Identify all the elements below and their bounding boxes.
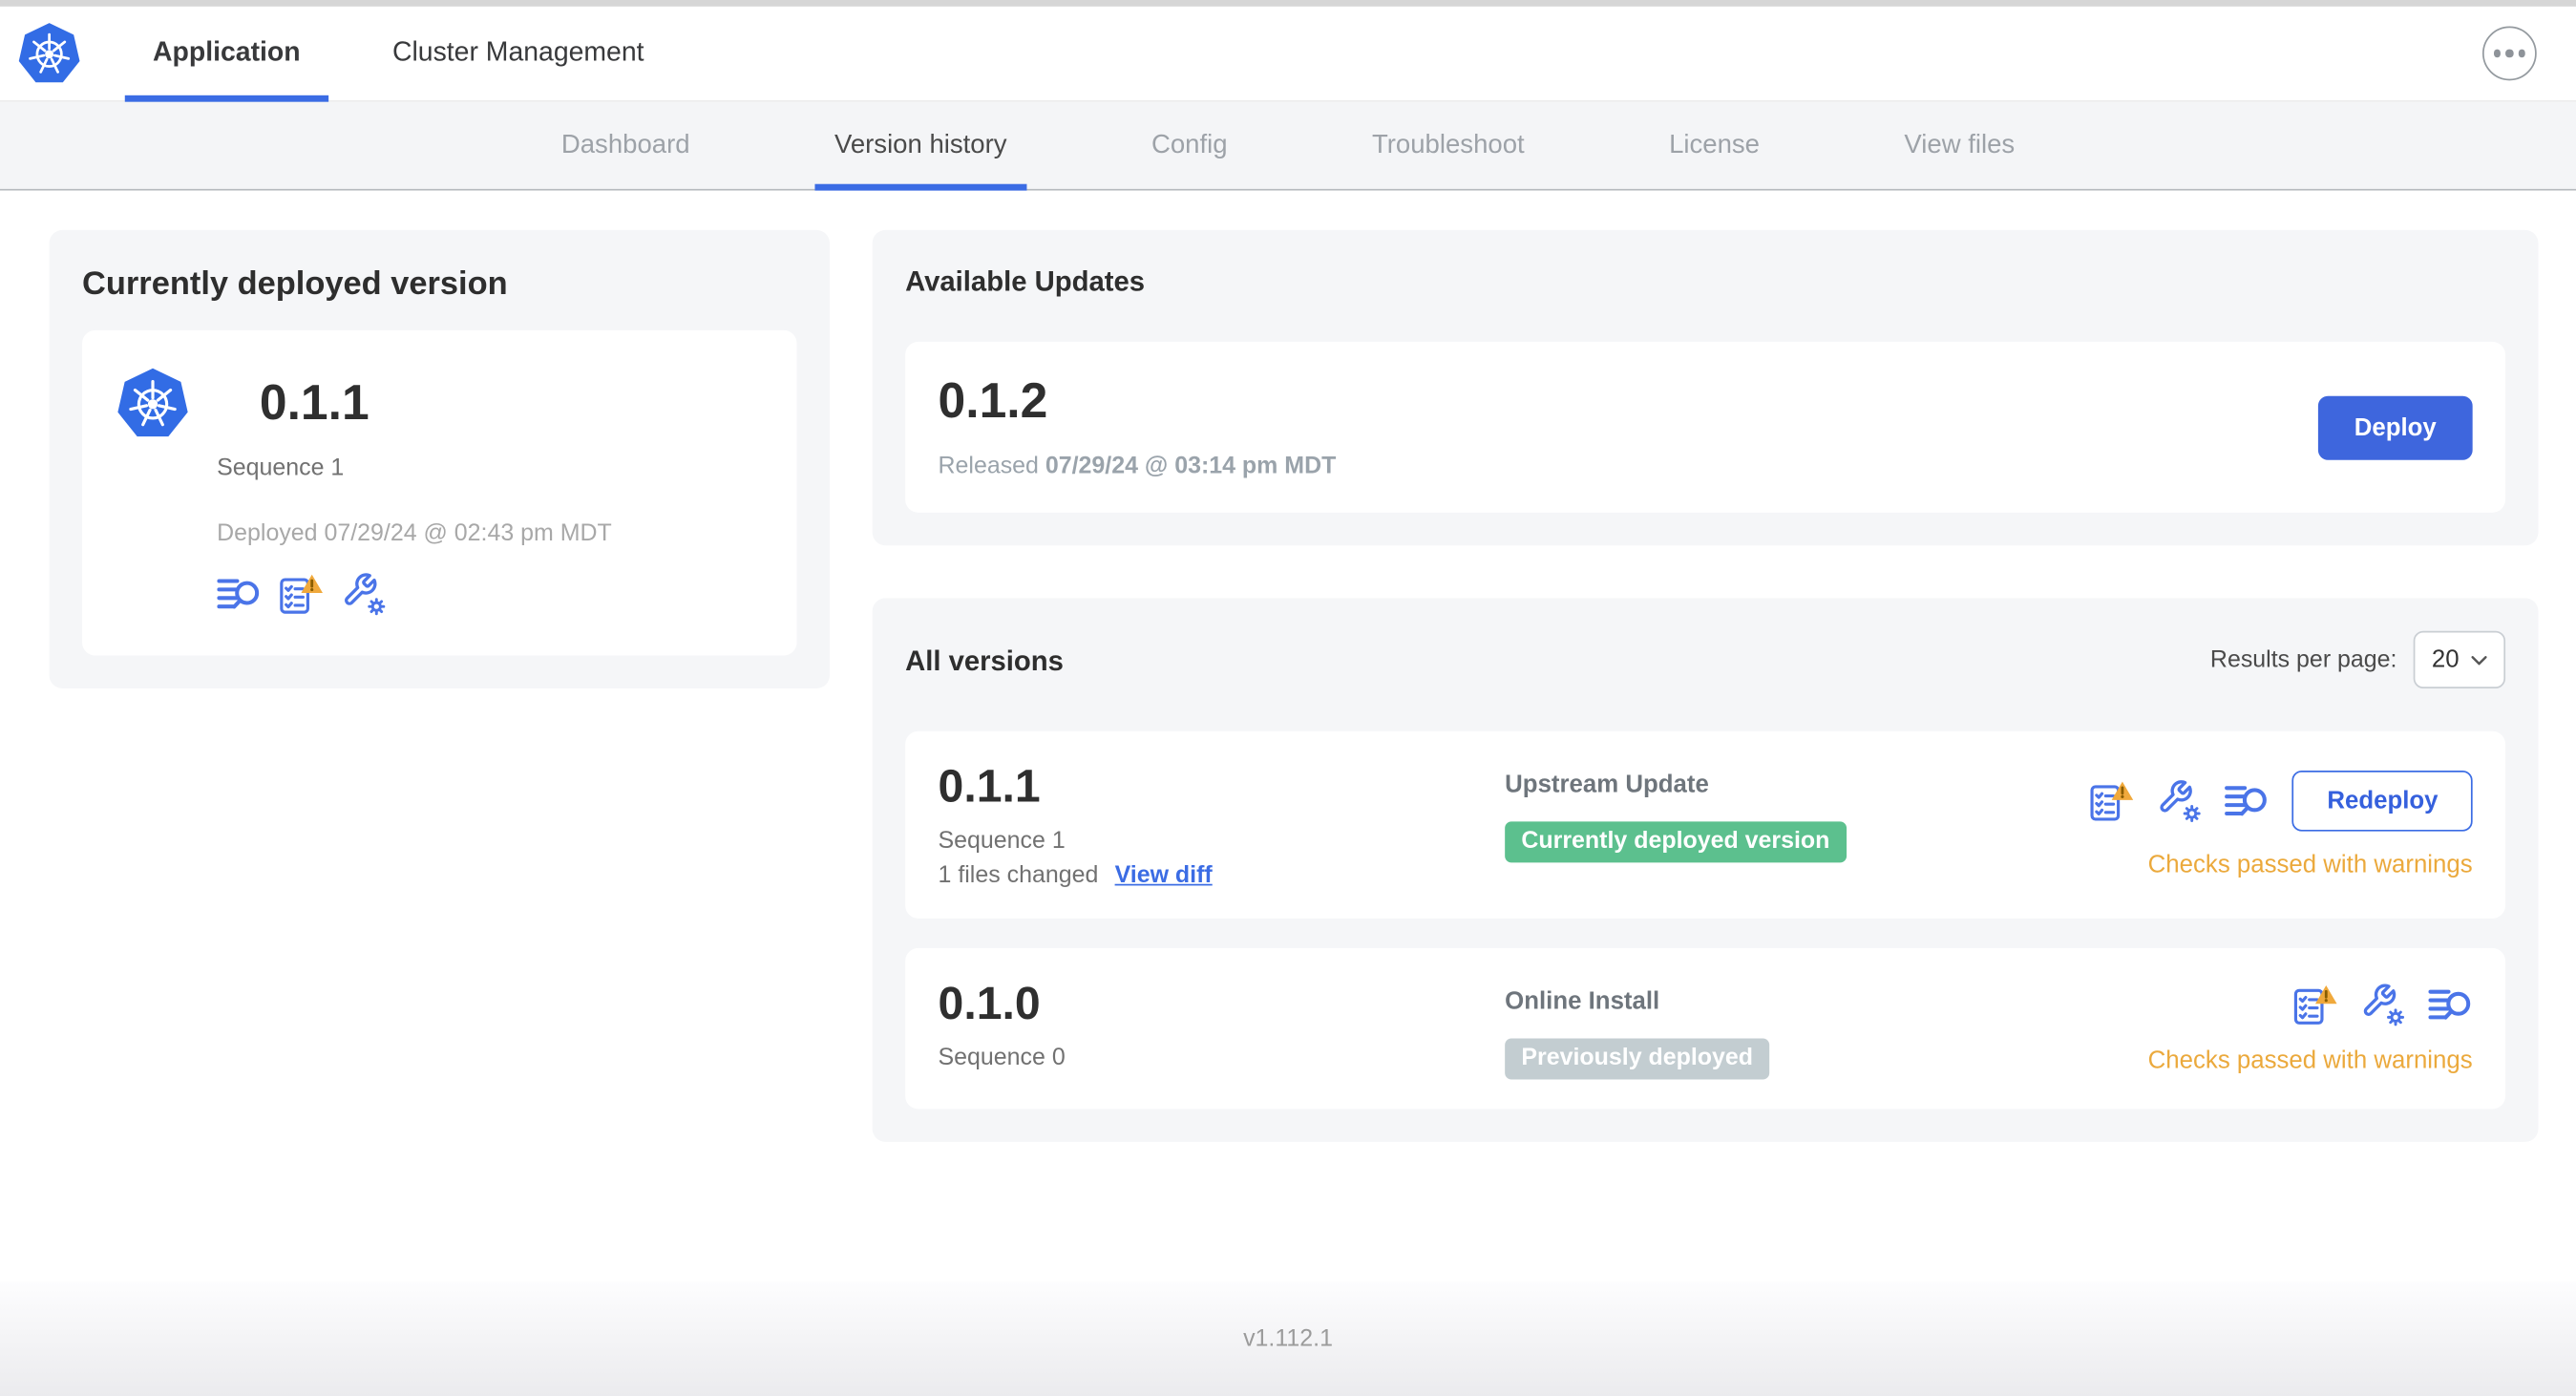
deployed-sequence: Sequence 1 xyxy=(217,455,345,482)
tab-cluster-management-label: Cluster Management xyxy=(391,37,644,68)
update-released-line: Released 07/29/24 @ 03:14 pm MDT xyxy=(938,453,1337,480)
all-versions-title: All versions xyxy=(905,645,1064,677)
window-top-edge xyxy=(0,0,2576,7)
available-updates-title: Available Updates xyxy=(905,265,1146,298)
diff-search-icon[interactable] xyxy=(2428,983,2472,1026)
header-nav: Application Cluster Management xyxy=(124,7,708,102)
diff-search-icon[interactable] xyxy=(217,572,261,616)
diff-search-icon[interactable] xyxy=(2226,779,2270,823)
header-spacer xyxy=(708,7,2482,100)
ellipsis-icon xyxy=(2493,50,2502,57)
results-per-page-select[interactable]: 20 xyxy=(2413,630,2506,688)
tab-application[interactable]: Application xyxy=(124,7,328,102)
version-rows: 0.1.1 Sequence 1 1 files changed View di… xyxy=(905,730,2506,1110)
app-root: Application Cluster Management Dashboard… xyxy=(0,0,2576,1396)
currently-deployed-title: Currently deployed version xyxy=(82,265,508,303)
tab-config[interactable]: Config xyxy=(1142,102,1237,189)
results-per-page-label: Results per page: xyxy=(2209,646,2397,673)
checks-warning-icon[interactable] xyxy=(2293,983,2337,1026)
app-header: Application Cluster Management xyxy=(0,6,2576,102)
tab-dashboard[interactable]: Dashboard xyxy=(552,102,700,189)
tab-version-history[interactable]: Version history xyxy=(814,102,1027,191)
version-row-0-1-0: 0.1.0 Sequence 0 Online Install Previous… xyxy=(905,947,2506,1110)
deployed-version-number: 0.1.1 xyxy=(259,376,370,431)
previously-deployed-badge: Previously deployed xyxy=(1505,1038,1770,1080)
deployed-version-actions xyxy=(217,572,764,616)
deploy-button[interactable]: Deploy xyxy=(2317,394,2473,459)
redeploy-button[interactable]: Redeploy xyxy=(2292,771,2473,832)
kubernetes-app-icon xyxy=(115,367,190,442)
tab-license[interactable]: License xyxy=(1659,102,1770,189)
row-version-number: 0.1.1 xyxy=(938,760,1041,813)
tab-application-label: Application xyxy=(153,37,301,68)
more-options-button[interactable] xyxy=(2481,26,2537,81)
files-changed-text: 1 files changed xyxy=(938,862,1099,889)
update-released-date: 07/29/24 @ 03:14 pm MDT xyxy=(1045,453,1337,480)
main-content: Currently deployed version 0.1.1 Sequenc… xyxy=(0,190,2576,1282)
row-sequence: Sequence 1 xyxy=(938,828,1066,855)
console-version: v1.112.1 xyxy=(1243,1325,1333,1353)
checks-warning-icon[interactable] xyxy=(280,572,324,616)
row-sequence: Sequence 0 xyxy=(938,1045,1066,1071)
results-per-page-value: 20 xyxy=(2431,645,2460,674)
checks-status-text: Checks passed with warnings xyxy=(2147,851,2473,879)
deployed-timestamp: Deployed 07/29/24 @ 02:43 pm MDT xyxy=(217,520,612,547)
right-column: Available Updates 0.1.2 Released 07/29/2… xyxy=(872,229,2539,1142)
wrench-config-icon[interactable] xyxy=(2361,983,2405,1026)
view-diff-link[interactable]: View diff xyxy=(1115,862,1213,889)
version-row-0-1-1: 0.1.1 Sequence 1 1 files changed View di… xyxy=(905,730,2506,919)
chevron-down-icon xyxy=(2471,655,2487,665)
currently-deployed-card: Currently deployed version 0.1.1 Sequenc… xyxy=(49,229,830,688)
currently-deployed-inner-card: 0.1.1 Sequence 1 Deployed 07/29/24 @ 02:… xyxy=(82,329,797,656)
row-version-number: 0.1.0 xyxy=(938,977,1041,1029)
row-source-label: Online Install xyxy=(1505,987,1660,1016)
checks-warning-icon[interactable] xyxy=(2091,779,2135,823)
row-source-label: Upstream Update xyxy=(1505,771,1709,799)
available-updates-card: Available Updates 0.1.2 Released 07/29/2… xyxy=(872,229,2539,546)
app-subnav: Dashboard Version history Config Trouble… xyxy=(0,101,2576,191)
wrench-config-icon[interactable] xyxy=(2158,779,2202,823)
tab-troubleshoot[interactable]: Troubleshoot xyxy=(1362,102,1534,189)
update-version-number: 0.1.2 xyxy=(938,374,1048,430)
wrench-config-icon[interactable] xyxy=(342,572,386,616)
available-update-row: 0.1.2 Released 07/29/24 @ 03:14 pm MDT D… xyxy=(905,341,2506,513)
app-footer: v1.112.1 xyxy=(0,1281,2576,1396)
checks-status-text: Checks passed with warnings xyxy=(2147,1047,2473,1075)
all-versions-card: All versions Results per page: 20 0.1.1 xyxy=(872,598,2539,1142)
tab-cluster-management[interactable]: Cluster Management xyxy=(365,7,672,100)
kubernetes-logo xyxy=(16,7,82,100)
currently-deployed-badge: Currently deployed version xyxy=(1505,821,1847,863)
tab-view-files[interactable]: View files xyxy=(1894,102,2024,189)
